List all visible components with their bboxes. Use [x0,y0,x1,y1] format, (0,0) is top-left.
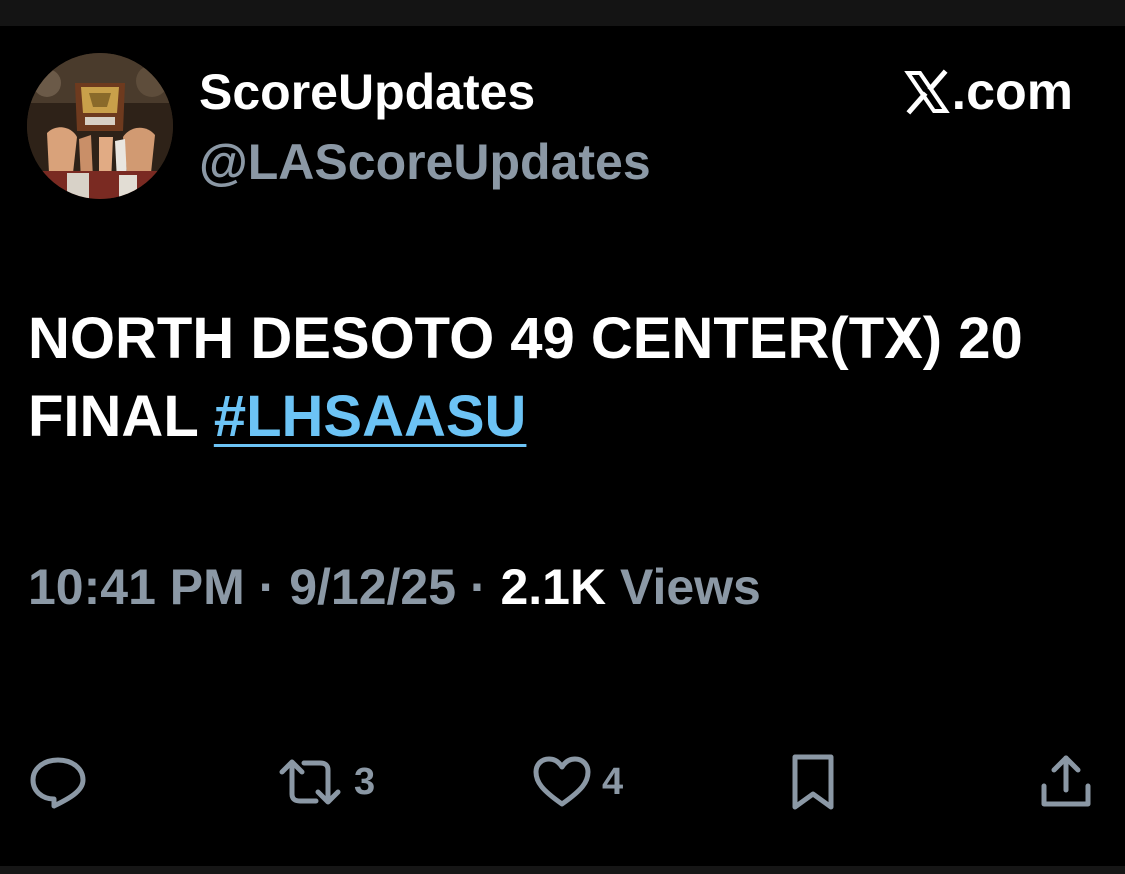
views-count: 2.1K [500,559,607,615]
source-link[interactable]: .com [903,62,1073,122]
meta-separator: · [456,559,501,615]
bookmark-button[interactable] [790,750,836,814]
source-label: .com [951,63,1073,121]
hashtag-link[interactable]: #LHSAASU [214,384,527,449]
heart-icon [533,756,591,807]
trophy-avatar-icon [27,53,173,199]
meta-separator: · [244,559,290,615]
repost-icon [279,759,341,805]
share-icon [1041,755,1091,807]
bookmark-icon [792,754,834,810]
top-strip [0,0,1125,26]
tweet-time[interactable]: 10:41 PM [28,559,245,615]
avatar[interactable] [27,53,173,199]
x-logo-icon [903,69,950,115]
reply-button[interactable] [28,750,88,814]
tweet-meta: 10:41 PM · 9/12/25 · 2.1K Views [28,556,761,618]
share-button[interactable] [1038,750,1094,814]
author-handle[interactable]: @LAScoreUpdates [199,132,651,192]
repost-button[interactable]: 3 [276,750,375,814]
bottom-divider [0,866,1125,874]
views-label: Views [606,559,761,615]
like-count: 4 [602,760,624,803]
author-display-name[interactable]: ScoreUpdates [199,62,535,122]
repost-count: 3 [354,760,376,803]
reply-icon [30,757,86,809]
tweet-date[interactable]: 9/12/25 [289,559,456,615]
like-button[interactable]: 4 [532,750,623,814]
tweet-text: NORTH DESOTO 49 CENTER(TX) 20 FINAL #LHS… [28,300,1088,456]
action-bar: 3 4 [0,750,1125,814]
